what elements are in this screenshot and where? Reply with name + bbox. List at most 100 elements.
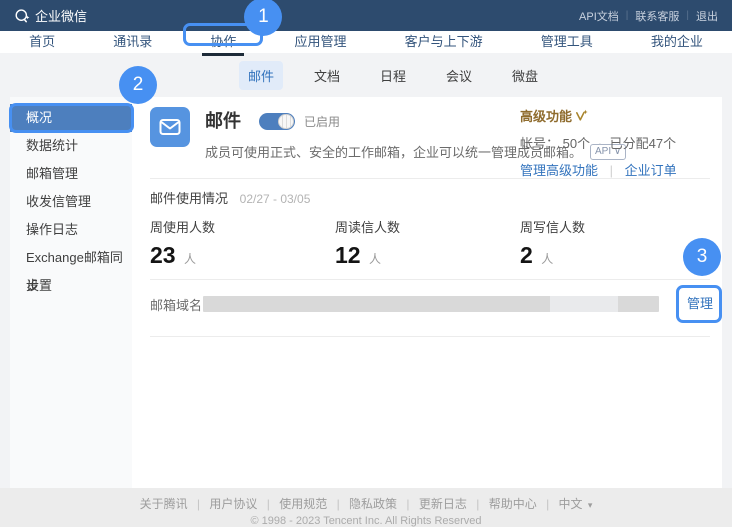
footer-link-help-center[interactable]: 帮助中心 (489, 497, 537, 511)
wecom-logo[interactable]: 企业微信 (14, 6, 87, 25)
divider (150, 178, 710, 179)
footer-separator: | (197, 497, 200, 511)
manage-premium-link[interactable]: 管理高级功能 (520, 163, 598, 178)
dot-separator: · (598, 136, 602, 151)
stat-unit: 人 (184, 252, 196, 266)
stat-value: 23 (150, 242, 176, 268)
stat-label: 周读信人数 (335, 217, 520, 236)
stat-unit: 人 (369, 252, 381, 266)
nav-item-label: 协作 (210, 34, 236, 49)
nav-item-contacts[interactable]: 通讯录 (113, 31, 152, 53)
premium-sparkle-icon (575, 109, 588, 122)
footer-separator: | (476, 497, 479, 511)
tab-mail[interactable]: 邮件 (239, 61, 283, 90)
manage-domain-button[interactable]: 管理 3 (687, 297, 713, 311)
main-nav: 首页 通讯录 协作 1 应用管理 客户与上下游 管理工具 我的企业 (0, 31, 732, 53)
toggle-knob (278, 114, 294, 129)
nav-item-label: 管理工具 (541, 34, 593, 49)
logout-link[interactable]: 退出 (696, 8, 718, 24)
footer: 关于腾讯 | 用户协议 | 使用规范 | 隐私政策 | 更新日志 | 帮助中心 … (0, 488, 732, 527)
footer-links: 关于腾讯 | 用户协议 | 使用规范 | 隐私政策 | 更新日志 | 帮助中心 … (0, 495, 732, 512)
sidebar: 概况 2 数据统计 邮箱管理 收发信管理 操作日志 Exchange邮箱同步 设… (10, 97, 132, 488)
topbar-separator: | (626, 10, 629, 21)
tab-meeting[interactable]: 会议 (437, 61, 481, 90)
annotation-circle-2: 2 (119, 66, 157, 104)
mail-app-icon (150, 107, 190, 147)
tab-docs[interactable]: 文档 (305, 61, 349, 90)
enterprise-order-link[interactable]: 企业订单 (625, 163, 677, 178)
contact-support-link[interactable]: 联系客服 (635, 8, 679, 24)
nav-item-customers[interactable]: 客户与上下游 (405, 31, 483, 53)
nav-item-label: 首页 (29, 34, 55, 49)
stat-value: 2 (520, 242, 533, 268)
usage-title-text: 邮件使用情况 (150, 191, 228, 206)
sidebar-item-exchange-sync[interactable]: Exchange邮箱同步 (10, 244, 132, 272)
sidebar-item-send-receive[interactable]: 收发信管理 (10, 188, 132, 216)
chat-bubble-logo-icon (14, 8, 30, 24)
topbar-separator: | (686, 10, 689, 21)
stat-weekly-readers: 周读信人数 12 人 (335, 217, 520, 269)
stat-weekly-writers: 周写信人数 2 人 (520, 217, 705, 269)
footer-separator: | (406, 497, 409, 511)
sidebar-item-label: 操作日志 (26, 222, 78, 237)
footer-link-usage-rules[interactable]: 使用规范 (279, 497, 327, 511)
chevron-down-icon: ▾ (588, 500, 593, 510)
nav-item-label: 客户与上下游 (405, 34, 483, 49)
nav-item-collaboration[interactable]: 协作 1 (210, 31, 236, 53)
sidebar-item-label: 收发信管理 (26, 194, 91, 209)
footer-separator: | (546, 497, 549, 511)
stat-unit: 人 (541, 252, 553, 266)
sidebar-item-label: 设置 (26, 278, 52, 293)
footer-separator: | (337, 497, 340, 511)
footer-link-privacy[interactable]: 隐私政策 (349, 497, 397, 511)
annotation-circle-3: 3 (683, 238, 721, 276)
footer-link-user-agreement[interactable]: 用户协议 (209, 497, 257, 511)
redacted-domain-value (203, 296, 659, 312)
sidebar-item-mailbox-management[interactable]: 邮箱管理 (10, 160, 132, 188)
api-doc-link[interactable]: API文档 (579, 8, 619, 24)
language-selector[interactable]: 中文 ▾ (559, 497, 593, 511)
usage-stats-row: 周使用人数 23 人 周读信人数 12 人 周写信人数 2 (150, 217, 705, 269)
sidebar-item-label: 概况 (26, 110, 52, 125)
premium-features-block: 高级功能 帐号： 50个 · 已分配47个 管理高级功能 | (520, 106, 677, 179)
footer-link-changelog[interactable]: 更新日志 (419, 497, 467, 511)
sidebar-item-label: 数据统计 (26, 138, 78, 153)
manage-button-label: 管理 (687, 296, 713, 311)
mail-enabled-toggle[interactable] (259, 113, 295, 130)
nav-item-admin-tools[interactable]: 管理工具 (541, 31, 593, 53)
stat-weekly-users: 周使用人数 23 人 (150, 217, 335, 269)
mail-domain-row: 邮箱域名 管理 3 (150, 296, 713, 312)
topbar-links: API文档 | 联系客服 | 退出 (579, 8, 718, 24)
sidebar-item-settings[interactable]: 设置 (10, 272, 132, 300)
content-area: 邮件 已启用 成员可使用正式、安全的工作邮箱，企业可以统一管理成员邮箱。 API… (132, 97, 722, 488)
nav-item-label: 通讯录 (113, 34, 152, 49)
footer-separator: | (267, 497, 270, 511)
footer-link-about[interactable]: 关于腾讯 (140, 497, 188, 511)
language-label: 中文 (559, 497, 583, 511)
tab-schedule[interactable]: 日程 (371, 61, 415, 90)
nav-item-home[interactable]: 首页 (29, 31, 55, 53)
link-separator: | (610, 163, 613, 178)
nav-item-apps[interactable]: 应用管理 (294, 31, 346, 53)
nav-item-label: 我的企业 (651, 34, 703, 49)
sidebar-item-overview[interactable]: 概况 2 (10, 104, 132, 132)
nav-item-label: 应用管理 (294, 34, 346, 49)
app-title: 邮件 (205, 107, 241, 133)
usage-section-title: 邮件使用情况 02/27 - 03/05 (150, 188, 310, 207)
sidebar-item-operation-log[interactable]: 操作日志 (10, 216, 132, 244)
annotation-circle-1: 1 (244, 0, 282, 36)
sidebar-item-label: 邮箱管理 (26, 166, 78, 181)
divider (150, 336, 710, 337)
status-label: 已启用 (304, 113, 340, 130)
premium-title: 高级功能 (520, 106, 572, 125)
stat-label: 周使用人数 (150, 217, 335, 236)
nav-item-my-company[interactable]: 我的企业 (651, 31, 703, 53)
copyright-text: © 1998 - 2023 Tencent Inc. All Rights Re… (0, 515, 732, 527)
divider (150, 279, 710, 280)
mail-domain-label: 邮箱域名 (150, 295, 203, 314)
usage-date-range: 02/27 - 03/05 (240, 192, 311, 206)
sidebar-item-statistics[interactable]: 数据统计 (10, 132, 132, 160)
main-panel: 概况 2 数据统计 邮箱管理 收发信管理 操作日志 Exchange邮箱同步 设… (10, 97, 722, 488)
tab-drive[interactable]: 微盘 (503, 61, 547, 90)
topbar: 企业微信 API文档 | 联系客服 | 退出 (0, 0, 732, 31)
